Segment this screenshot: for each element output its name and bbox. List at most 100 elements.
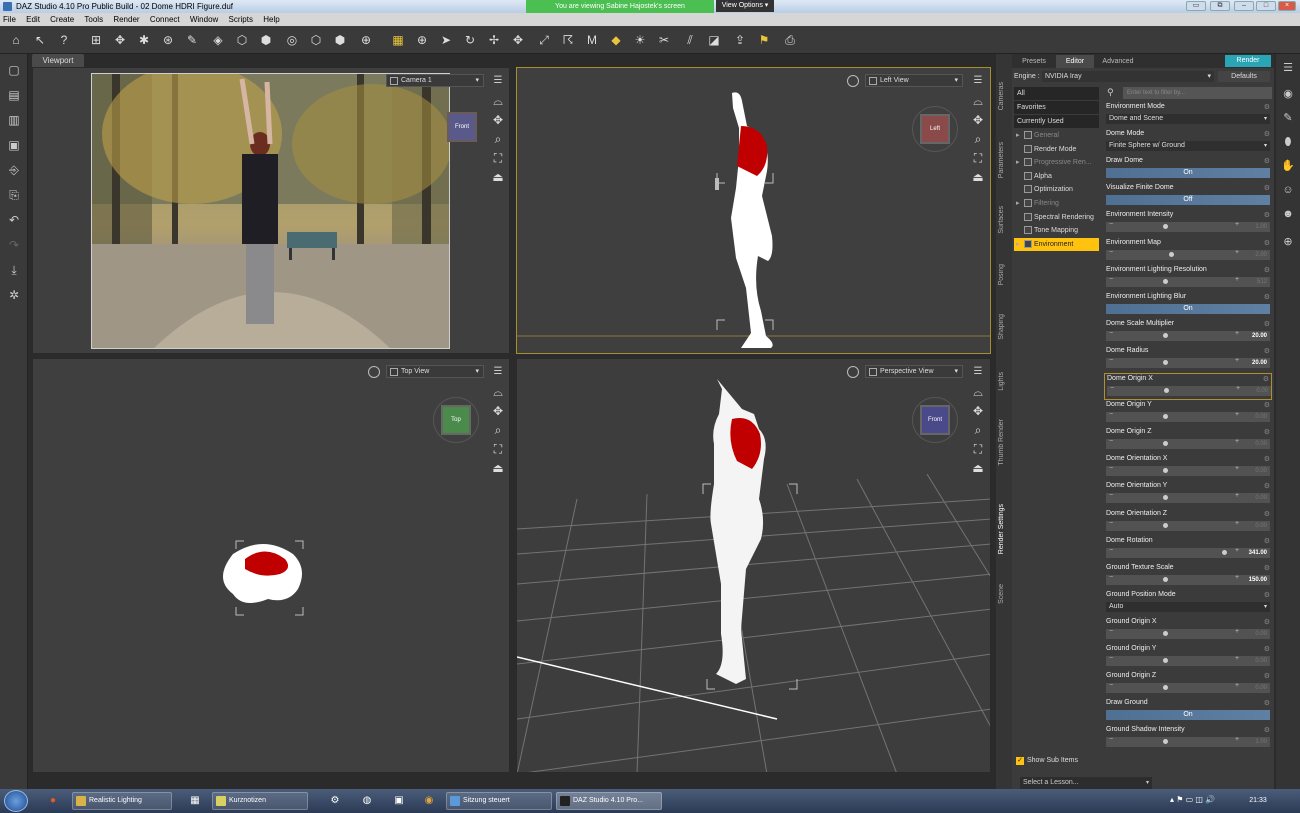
engine-select[interactable]: NVIDIA Iray ▾	[1042, 71, 1214, 82]
gear-icon[interactable]: ⚙	[1264, 293, 1270, 301]
hair-tool-icon[interactable]: ✂	[656, 32, 672, 48]
slider-knob[interactable]	[1163, 658, 1169, 663]
mesh-grab-icon[interactable]: ⬡	[308, 32, 324, 48]
property-slider[interactable]: − +512	[1106, 276, 1270, 287]
plus-icon[interactable]: +	[1235, 249, 1239, 256]
slider-knob[interactable]	[1163, 278, 1169, 284]
translate-icon[interactable]: ✢	[486, 32, 502, 48]
slider-knob[interactable]	[1163, 359, 1169, 365]
rotate-icon[interactable]: ↻	[462, 32, 478, 48]
category-currently-used[interactable]: Currently Used	[1014, 115, 1099, 128]
viewport-tab[interactable]: Viewport	[32, 54, 84, 67]
minus-icon[interactable]: −	[1109, 682, 1113, 689]
property-toggle[interactable]: Off	[1106, 195, 1270, 206]
universal-tool-icon[interactable]: ✥	[112, 32, 128, 48]
gear-icon[interactable]: ⚙	[1264, 564, 1270, 572]
slider-knob[interactable]	[1163, 414, 1169, 420]
gear-icon[interactable]: ⚙	[1264, 157, 1270, 165]
view-options-button[interactable]: View Options ▾	[716, 0, 774, 12]
zoom-icon[interactable]: ⌕	[969, 421, 987, 440]
target-icon[interactable]: ◎	[284, 32, 300, 48]
property-slider[interactable]: − +0.00	[1106, 682, 1270, 694]
undo-icon[interactable]: ↶	[6, 212, 22, 228]
property-value[interactable]: 0.00	[1255, 439, 1267, 449]
property-value[interactable]: 0.00	[1255, 521, 1267, 531]
property-slider[interactable]: − +150.00	[1106, 574, 1270, 585]
tab-shaping[interactable]: Shaping	[998, 314, 1010, 340]
browser-icon[interactable]: ●	[46, 794, 60, 808]
property-dropdown[interactable]: Auto ▾	[1106, 601, 1270, 612]
maximize-button[interactable]: □	[1256, 1, 1276, 11]
minus-icon[interactable]: −	[1109, 547, 1113, 554]
property-value[interactable]: 0.00	[1255, 629, 1267, 639]
property-value[interactable]: 0.00	[1255, 683, 1267, 693]
edge-tool-icon[interactable]: ⬢	[258, 32, 274, 48]
minus-icon[interactable]: −	[1110, 385, 1114, 392]
property-dropdown[interactable]: Finite Sphere w/ Ground ▾	[1106, 141, 1270, 152]
tray-icons[interactable]: ▴ ⚑ ▭ ◫ 🔊	[1170, 795, 1215, 804]
menu-tools[interactable]: Tools	[84, 15, 103, 24]
close-button[interactable]: ×	[1278, 1, 1296, 11]
task-realistic-lighting[interactable]: Realistic Lighting	[72, 792, 172, 810]
slider-knob[interactable]	[1222, 549, 1228, 555]
menu-edit[interactable]: Edit	[26, 15, 40, 24]
region-icon[interactable]: ◪	[706, 32, 722, 48]
minus-icon[interactable]: −	[1109, 465, 1113, 472]
property-value[interactable]: 0.00	[1255, 493, 1267, 503]
camera-icon[interactable]: ⎙	[782, 32, 798, 48]
gear-icon[interactable]: ⚙	[1264, 618, 1270, 626]
plus-icon[interactable]: +	[1235, 411, 1239, 418]
minus-icon[interactable]: −	[1109, 411, 1113, 418]
gear-icon[interactable]: ⚙	[1264, 537, 1270, 545]
minus-icon[interactable]: −	[1109, 249, 1113, 256]
property-slider[interactable]: − +20.00	[1106, 357, 1270, 368]
slider-knob[interactable]	[1168, 251, 1174, 257]
property-slider[interactable]: − +20.00	[1106, 330, 1270, 341]
minus-icon[interactable]: −	[1109, 520, 1113, 527]
menu-help[interactable]: Help	[263, 15, 279, 24]
node-weight-icon[interactable]: ⊛	[160, 32, 176, 48]
plus-icon[interactable]: +	[1236, 385, 1240, 392]
pane-menu-icon[interactable]: ☰	[1280, 60, 1296, 76]
property-value[interactable]: 20.00	[1252, 358, 1267, 368]
brush-icon[interactable]: ⫽	[682, 32, 698, 48]
task-kurznotizen[interactable]: Kurznotizen	[212, 792, 308, 810]
plus-icon[interactable]: +	[1235, 357, 1239, 364]
property-value[interactable]: 341.00	[1249, 548, 1267, 558]
tab-render-settings[interactable]: Render Settings	[998, 504, 1010, 554]
light-icon[interactable]: ☀	[632, 32, 648, 48]
gear-icon[interactable]: ⚙	[1264, 645, 1270, 653]
transform-icon[interactable]: ⊕	[414, 32, 430, 48]
subcategory-item[interactable]: Alpha	[1014, 170, 1099, 183]
filter-input[interactable]: Enter text to filter by...	[1123, 87, 1272, 99]
slider-knob[interactable]	[1163, 224, 1169, 230]
plus-icon[interactable]: +	[1235, 547, 1239, 554]
minus-icon[interactable]: −	[1109, 438, 1113, 445]
property-slider[interactable]: − +0.00	[1106, 492, 1270, 504]
subcategory-item[interactable]: ▸ Progressive Ren...	[1014, 156, 1099, 169]
slider-knob[interactable]	[1163, 739, 1169, 745]
reset-view-icon[interactable]: ⏏	[969, 459, 987, 478]
pan-icon[interactable]: ✥	[489, 111, 507, 130]
subcategory-item[interactable]: ▸ General	[1014, 129, 1099, 142]
orbit-icon[interactable]: ⌓	[489, 92, 507, 111]
property-slider[interactable]: − +0.00	[1106, 438, 1270, 450]
plus-icon[interactable]: +	[1235, 221, 1239, 228]
view-selector[interactable]: Perspective View ▾	[865, 365, 963, 378]
gear-icon[interactable]: ⚙	[1264, 726, 1270, 734]
viewport-top-view[interactable]: Top View ▾ ☰ ⌓ ✥ ⌕ ⛶ ⏏ Top	[32, 358, 510, 773]
view-cube[interactable]: Front	[447, 112, 477, 142]
active-pose-icon[interactable]: ▦	[390, 32, 406, 48]
lesson-select[interactable]: Select a Lesson... ▾	[1020, 777, 1152, 789]
tab-scene[interactable]: Scene	[998, 584, 1010, 604]
subcategory-item[interactable]: ▸ Environment	[1014, 237, 1099, 251]
figure-icon[interactable]: M	[584, 32, 600, 48]
export-file-icon[interactable]: ⎘	[6, 187, 22, 203]
camera-selector[interactable]: Camera 1 ▾	[386, 74, 484, 87]
gear-icon[interactable]: ⚙	[1264, 103, 1270, 111]
app-icon[interactable]: ▦	[188, 794, 202, 808]
property-slider[interactable]: − +0.00	[1106, 411, 1270, 423]
viewport-perspective-view[interactable]: Perspective View ▾ ☰ ⌓ ✥ ⌕ ⛶ ⏏ Front	[516, 358, 991, 773]
property-slider[interactable]: − +0.00	[1107, 385, 1271, 396]
property-slider[interactable]: − +0.00	[1106, 628, 1270, 639]
